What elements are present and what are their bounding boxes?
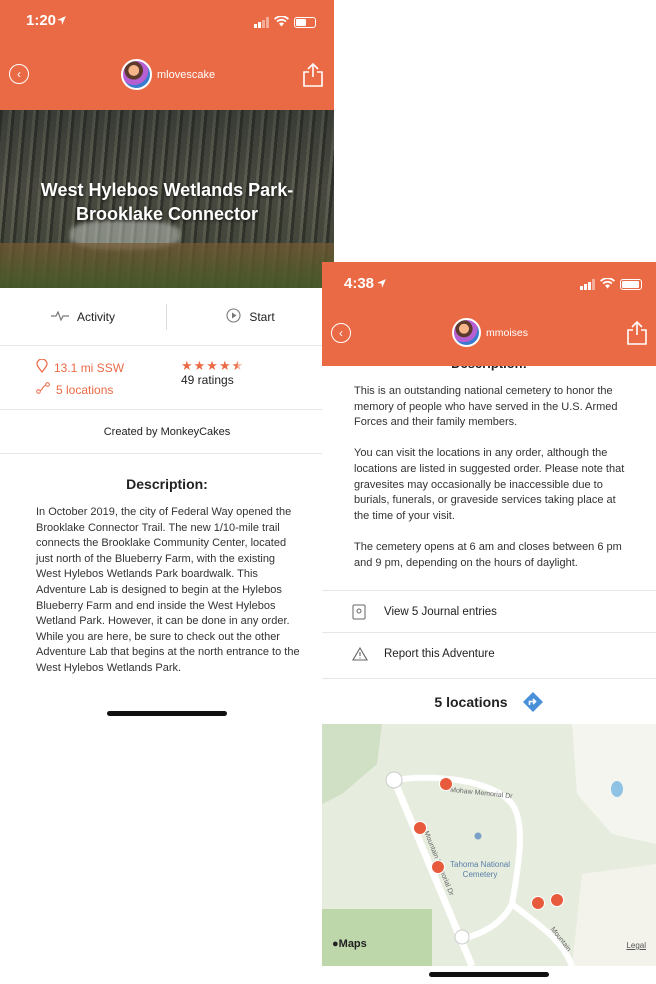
place-label-line-2: Cemetery <box>462 870 498 879</box>
created-by: Created by MonkeyCakes <box>0 410 334 454</box>
activity-label: Activity <box>76 310 115 324</box>
right-phone-screen: Description: This is an outstanding nati… <box>322 262 656 984</box>
locations-text: 5 locations <box>56 382 114 397</box>
status-time: 4:38 <box>344 275 375 292</box>
location-marker-4[interactable] <box>531 896 545 910</box>
description-paragraph-3: The cemetery opens at 6 am and closes be… <box>354 540 622 569</box>
battery-icon <box>294 17 316 28</box>
description-body: In October 2019, the city of Federal Way… <box>36 505 300 677</box>
activity-button[interactable]: Activity <box>0 288 166 346</box>
header-bar: 1:20 ‹ mlovescake <box>0 0 334 110</box>
status-bar: 4:38 <box>322 262 656 302</box>
locations-count: 5 locations <box>434 693 508 710</box>
hero-image: West Hylebos Wetlands Park- Brooklake Co… <box>0 110 334 288</box>
left-phone-screen: 1:20 ‹ mlovescake West Hylebos Wetlands … <box>0 0 334 984</box>
place-label-line-1: Tahoma National <box>450 860 511 869</box>
journal-icon <box>352 604 380 620</box>
username[interactable]: mlovescake <box>157 69 215 81</box>
action-tabs: Activity Start <box>0 288 334 346</box>
description-text: In October 2019, the city of Federal Way… <box>36 506 300 674</box>
location-arrow-icon <box>56 13 67 30</box>
wifi-icon <box>600 276 615 293</box>
adventure-title: West Hylebos Wetlands Park- Brooklake Co… <box>0 178 334 226</box>
maps-logo-text: Maps <box>338 938 367 950</box>
signal-icon <box>254 17 269 28</box>
status-bar: 1:20 <box>0 0 334 40</box>
location-marker-3[interactable] <box>431 860 445 874</box>
username[interactable]: mmoises <box>486 327 528 339</box>
status-time: 1:20 <box>26 12 57 29</box>
share-icon[interactable] <box>626 320 648 350</box>
journal-label: View 5 Journal entries <box>384 605 497 618</box>
activity-pulse-icon <box>50 310 69 324</box>
play-icon <box>226 308 241 326</box>
description-paragraph-1: This is an outstanding national cemetery… <box>354 385 618 429</box>
signal-icon <box>580 279 595 290</box>
ratings-count: 49 ratings <box>181 373 234 387</box>
location-arrow-icon <box>376 276 387 293</box>
avatar[interactable] <box>452 318 481 347</box>
title-line-2: Brooklake Connector <box>75 204 259 224</box>
locations-stat[interactable]: 5 locations <box>36 382 113 397</box>
adventure-stats: 13.1 mi SSW 5 locations ★★★★★ 49 ratings <box>0 346 334 410</box>
share-icon[interactable] <box>302 62 324 92</box>
directions-icon[interactable] <box>522 691 544 713</box>
location-pin-icon <box>36 358 48 376</box>
back-button[interactable]: ‹ <box>331 323 351 343</box>
wifi-icon <box>274 14 289 31</box>
location-marker-5[interactable] <box>550 893 564 907</box>
hero-grass <box>0 243 334 288</box>
apple-icon: ● <box>332 938 339 950</box>
rating-stars: ★★★★★ <box>181 358 244 374</box>
map-view[interactable]: Mohaw Memorial Dr Mountain Memorial Dr M… <box>322 724 656 966</box>
distance-text: 13.1 mi SSW <box>54 360 125 375</box>
maps-logo: ●Maps <box>332 938 367 950</box>
distance-stat: 13.1 mi SSW <box>36 358 125 376</box>
back-button[interactable]: ‹ <box>9 64 29 84</box>
start-label: Start <box>249 310 275 324</box>
journal-entries-row[interactable]: View 5 Journal entries <box>322 590 656 632</box>
report-adventure-row[interactable]: Report this Adventure <box>322 632 656 674</box>
location-marker-2[interactable] <box>413 821 427 835</box>
home-indicator <box>429 972 549 977</box>
description-paragraph-2: You can visit the locations in any order… <box>354 447 625 522</box>
legal-link[interactable]: Legal <box>626 941 646 950</box>
locations-header: 5 locations <box>322 678 656 724</box>
home-indicator <box>107 711 227 716</box>
route-icon <box>36 382 50 397</box>
place-label: Tahoma National Cemetery <box>450 860 510 880</box>
battery-icon <box>620 279 642 290</box>
description-body: This is an outstanding national cemetery… <box>354 384 629 587</box>
title-line-1: West Hylebos Wetlands Park- <box>40 180 294 200</box>
location-marker-1[interactable] <box>439 777 453 791</box>
report-label: Report this Adventure <box>384 647 495 660</box>
star-icons: ★★★★★ <box>181 358 245 373</box>
description-heading: Description: <box>126 476 208 492</box>
warning-icon <box>352 646 380 661</box>
avatar[interactable] <box>121 59 152 90</box>
header-bar: 4:38 ‹ mmoises <box>322 262 656 366</box>
start-button[interactable]: Start <box>167 288 334 346</box>
